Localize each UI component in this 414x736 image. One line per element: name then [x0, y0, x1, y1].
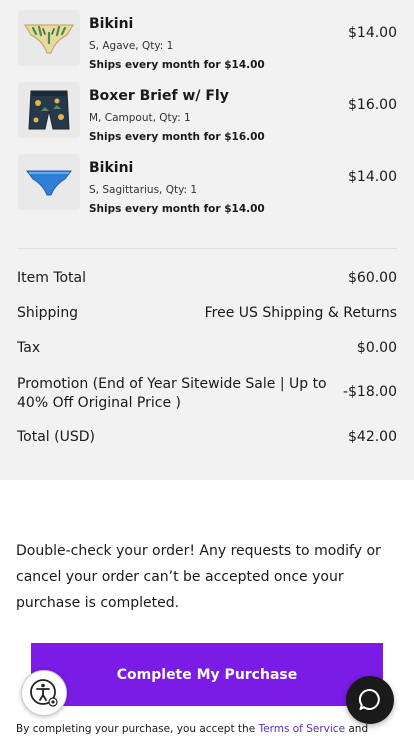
promotion-label: Promotion (End of Year Sitewide Sale | U… [17, 376, 327, 411]
accessibility-icon [30, 679, 58, 707]
item-shipping: Ships every month for $16.00 [89, 131, 265, 143]
order-notice: Double-check your order! Any requests to… [16, 543, 381, 611]
line-item: Bikini S, Sagittarius, Qty: 1 Ships ever… [0, 150, 414, 216]
total-label: Total (USD) [17, 429, 95, 445]
total-value: $42.00 [348, 429, 397, 445]
terms-prefix: By completing your purchase, you accept … [16, 723, 259, 735]
terms-of-service-link[interactable]: Terms of Service [259, 723, 346, 735]
item-name: Boxer Brief w/ Fly [89, 88, 229, 104]
item-shipping: Ships every month for $14.00 [89, 203, 265, 215]
complete-purchase-button[interactable]: Complete My Purchase [31, 643, 383, 706]
terms-notice: By completing your purchase, you accept … [16, 723, 406, 735]
product-image [18, 154, 80, 210]
shipping-value: Free US Shipping & Returns [204, 305, 397, 321]
chat-bubble-icon [358, 689, 380, 710]
item-price: $16.00 [348, 97, 397, 113]
item-variant: S, Agave, Qty: 1 [89, 40, 174, 52]
promotion-value: -$18.00 [342, 384, 397, 400]
line-item: Boxer Brief w/ Fly M, Campout, Qty: 1 Sh… [0, 78, 414, 144]
tax-label: Tax [17, 340, 41, 356]
accessibility-button[interactable] [21, 670, 67, 716]
tax-value: $0.00 [356, 340, 397, 356]
order-summary: Bikini S, Agave, Qty: 1 Ships every mont… [0, 0, 414, 480]
item-price: $14.00 [348, 25, 397, 41]
item-total-label: Item Total [17, 270, 87, 286]
line-item: Bikini S, Agave, Qty: 1 Ships every mont… [0, 6, 414, 72]
terms-suffix: and [345, 723, 369, 735]
item-price: $14.00 [348, 169, 397, 185]
item-shipping: Ships every month for $14.00 [89, 59, 265, 71]
chat-button[interactable] [346, 676, 394, 724]
divider [17, 248, 397, 249]
shipping-label: Shipping [17, 305, 79, 321]
item-variant: S, Sagittarius, Qty: 1 [89, 184, 198, 196]
item-name: Bikini [89, 160, 134, 176]
product-image [18, 10, 80, 66]
product-image [18, 82, 80, 138]
item-variant: M, Campout, Qty: 1 [89, 112, 191, 124]
item-name: Bikini [89, 16, 134, 32]
item-total-value: $60.00 [348, 270, 397, 286]
